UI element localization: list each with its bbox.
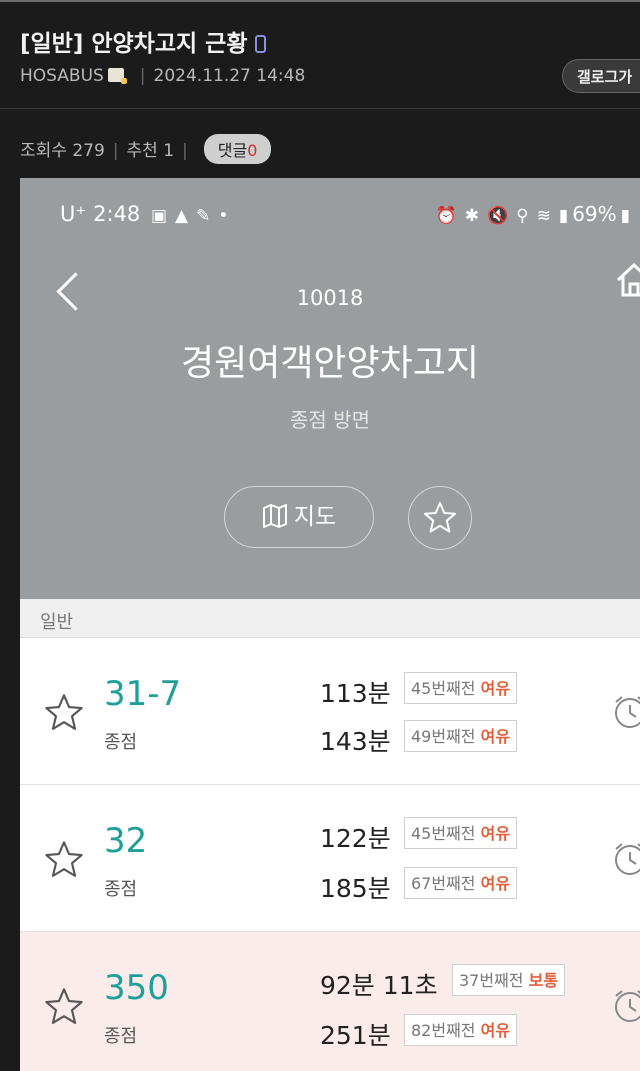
stops-before: 67번째전 [411,874,476,893]
star-icon [424,502,456,533]
arrival-time: 251분 [320,1021,391,1050]
fixed-nick-icon [107,68,127,84]
alarm-clock-icon[interactable] [610,839,640,879]
post-meta: HOSABUS | 2024.11.27 14:48 [20,66,305,86]
post-title-text: [일반] 안양차고지 근황 [20,31,248,57]
phone-status-bar: U⁺ 2:48 ▣ ▲ ✎ • ⏰ ✱ 🔇 ⚲ ≋ ▮ 69% ▮ [20,178,640,234]
route-number: 32 [104,821,148,861]
stops-before: 45번째전 [411,679,476,698]
stops-before: 49번째전 [411,727,476,746]
status-left: U⁺ 2:48 ▣ ▲ ✎ • [60,202,232,226]
alarm-clock-icon[interactable] [610,986,640,1026]
arrival-info-tag: 49번째전 여유 [404,720,518,752]
map-button-label: 지도 [293,504,337,530]
location-icon: ⚲ [516,206,529,226]
post-stats: 조회수 279 | 추천 1 | 댓글0 [20,134,272,164]
section-header: 일반 [20,599,640,638]
crowd-level: 여유 [480,679,511,698]
arrival-info-tag: 82번째전 여유 [404,1014,518,1046]
crowd-level: 여유 [480,727,511,746]
recommend-count: 추천 1 [126,141,175,161]
comment-count-button[interactable]: 댓글0 [203,134,272,164]
arrival-time: 185분 [320,874,391,903]
stops-before: 82번째전 [411,1021,476,1040]
stats-separator: | [112,141,119,161]
star-icon[interactable] [44,987,84,1027]
battery-level: 69% [572,202,617,226]
route-destination: 종점 [104,732,138,753]
stops-before: 37번째전 [459,971,524,990]
post-datetime: 2024.11.27 14:48 [153,66,306,86]
section-label: 일반 [40,612,74,633]
arrival-info-tag: 45번째전 여유 [404,817,518,849]
crowd-level: 보통 [528,971,559,990]
comment-count: 0 [247,141,258,160]
map-button[interactable]: 지도 [224,486,374,548]
carrier-time: U⁺ 2:48 [60,202,141,226]
crowd-level: 여유 [480,874,511,893]
route-destination: 종점 [104,1026,138,1047]
status-right: ⏰ ✱ 🔇 ⚲ ≋ ▮ 69% ▮ [432,202,634,226]
route-row[interactable]: 350 종점 92분 11초 37번째전 보통 251분 82번째전 여유 [20,932,640,1071]
top-border [0,0,640,2]
arrival-time: 143분 [320,727,391,756]
stop-name: 경원여객안양차고지 [180,343,480,384]
arrival-time: 122분 [320,824,391,853]
stop-direction: 종점 방면 [290,408,370,432]
author-name[interactable]: HOSABUS [20,66,104,86]
map-icon [262,504,287,528]
mobile-icon [255,35,267,53]
route-number: 350 [104,968,169,1008]
alarm-status-icon: ⏰ [435,206,457,226]
stops-before: 45번째전 [411,824,476,843]
crowd-level: 여유 [480,824,511,843]
star-icon[interactable] [44,840,84,880]
route-row[interactable]: 32 종점 122분 45번째전 여유 185분 67번째전 여유 [20,785,640,932]
route-row[interactable]: 31-7 종점 113분 45번째전 여유 143분 49번째전 여유 [20,638,640,785]
wifi-icon: ≋ [536,206,551,226]
meta-separator: | [139,66,146,86]
route-number: 31-7 [104,674,182,714]
signal-icon: ▮ [558,206,569,226]
arrival-info-tag: 37번째전 보통 [452,964,566,996]
crowd-level: 여유 [480,1021,511,1040]
favorite-stop-button[interactable] [408,486,472,550]
mute-icon: 🔇 [486,206,509,226]
arrival-info-tag: 45번째전 여유 [404,672,518,704]
arrival-time: 113분 [320,679,391,708]
warning-icon: ▲ [175,206,189,226]
alarm-clock-icon[interactable] [610,692,640,732]
arrival-time: 92분 11초 [320,971,438,1000]
view-count: 조회수 279 [20,141,105,161]
gallog-button[interactable]: 갤로그가 [562,59,640,93]
route-destination: 종점 [104,879,138,900]
post-title: [일반] 안양차고지 근황 [20,24,267,58]
header-divider [0,108,640,109]
comment-label: 댓글 [217,141,248,160]
feather-icon: ✎ [196,206,211,226]
arrival-info-tag: 67번째전 여유 [404,867,518,899]
stats-separator: | [182,141,188,161]
gallery-icon: ▣ [150,206,168,226]
battery-icon: ▮ [620,206,630,226]
embedded-screenshot: U⁺ 2:48 ▣ ▲ ✎ • ⏰ ✱ 🔇 ⚲ ≋ ▮ 69% ▮ 10018 경원여객안양차고지 … [20,178,640,1071]
bluetooth-icon: ✱ [464,206,479,226]
dot-icon: • [218,206,229,226]
stop-number: 10018 [296,286,364,310]
star-icon[interactable] [44,693,84,733]
